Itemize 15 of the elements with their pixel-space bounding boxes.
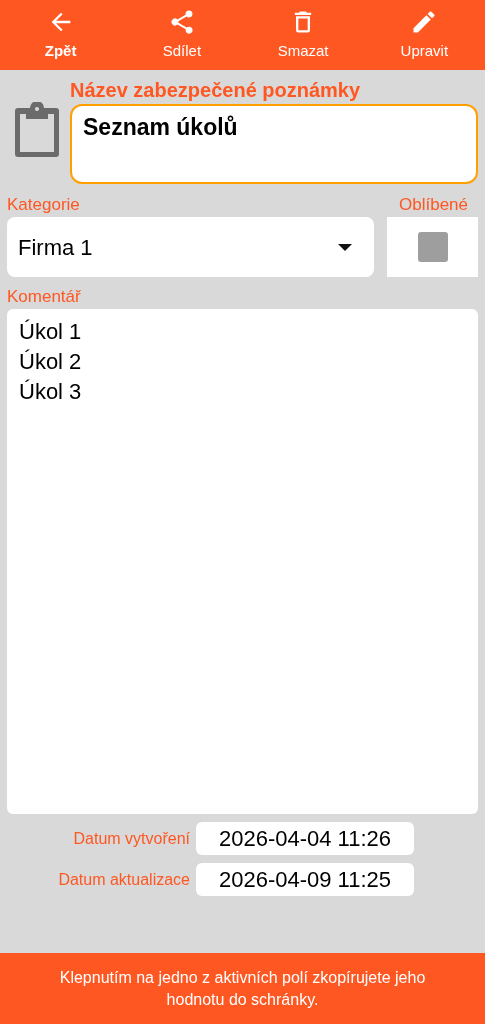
info-banner: Klepnutím na jedno z aktivních polí zkopírujete jeho hodnotu do schránky. [0,953,485,1024]
title-field[interactable]: Seznam úkolů [70,104,478,184]
field-label: Oblíbené [399,194,468,216]
comment-field[interactable]: Úkol 1 Úkol 2 Úkol 3 [7,309,478,814]
date-label: Datum aktualizace [57,869,191,890]
date-value[interactable]: 2026-04-09 11:25 [196,863,414,896]
favorite-checkbox[interactable] [417,232,448,262]
date-label: Datum vytvoření [72,828,191,849]
field-label: Název zabezpečené poznámky [70,78,362,102]
date-value[interactable]: 2026-04-04 11:26 [196,822,414,855]
field-label: Komentář [7,286,82,308]
category-dropdown[interactable]: Firma 1 [7,217,374,277]
field-label: Kategorie [7,194,80,216]
clipboard-icon [12,102,62,160]
dropdown-caret-icon [338,243,352,251]
